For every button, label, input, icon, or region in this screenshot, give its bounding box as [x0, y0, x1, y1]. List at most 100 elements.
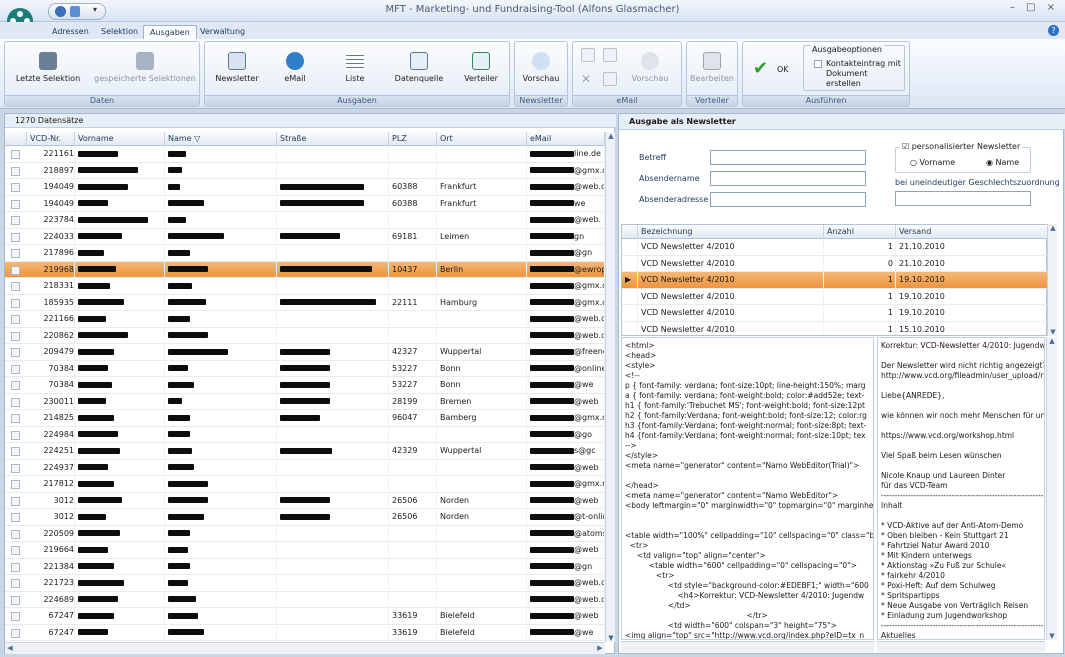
- text-preview-view[interactable]: Korrektur: VCD-Newsletter 4/2010: Jugend…: [877, 337, 1045, 640]
- table-row[interactable]: 224251 42329 Wuppertal s@gc: [5, 443, 605, 460]
- newsletter-row[interactable]: VCD Newsletter 4/2010 0 21.10.2010: [622, 255, 1048, 272]
- absenderadresse-input[interactable]: [710, 192, 866, 207]
- table-row[interactable]: 217812 @gmx.net: [5, 476, 605, 493]
- newsletter-button[interactable]: Newsletter: [211, 50, 263, 96]
- row-checkbox[interactable]: [11, 513, 20, 522]
- table-row[interactable]: 221166 @web.de: [5, 311, 605, 328]
- row-checkbox[interactable]: [11, 546, 20, 555]
- preview-horizontal-scrollbar[interactable]: [877, 641, 1045, 652]
- row-checkbox[interactable]: [11, 430, 20, 440]
- attach-icon[interactable]: [603, 48, 617, 62]
- datenquelle-button[interactable]: Datenquelle: [389, 50, 449, 96]
- col-plz[interactable]: PLZ: [389, 132, 437, 146]
- document-icon[interactable]: [603, 72, 617, 86]
- email-button[interactable]: eMail: [269, 50, 321, 96]
- newsletter-row[interactable]: VCD Newsletter 4/2010 1 15.10.2010: [622, 321, 1048, 335]
- row-checkbox[interactable]: [11, 364, 20, 374]
- delete-icon[interactable]: ✕: [581, 72, 591, 86]
- table-row[interactable]: 219968 10437 Berlin @ewropa.net: [5, 261, 605, 278]
- source-horizontal-scrollbar[interactable]: [621, 641, 874, 652]
- tab-ausgaben[interactable]: Ausgaben: [143, 25, 197, 39]
- window-icon[interactable]: [581, 48, 595, 62]
- row-checkbox[interactable]: [11, 562, 20, 572]
- table-row[interactable]: 214825 96047 Bamberg @gmx.de: [5, 410, 605, 427]
- table-row[interactable]: 218897 @gmx.de: [5, 162, 605, 179]
- col-ort[interactable]: Ort: [437, 132, 527, 146]
- row-checkbox[interactable]: [11, 529, 20, 539]
- table-row[interactable]: 185935 22111 Hamburg @gmx.de: [5, 294, 605, 311]
- absendername-input[interactable]: [710, 171, 866, 186]
- row-checkbox[interactable]: [11, 381, 20, 390]
- nl-scroll-up-icon[interactable]: ▲: [1048, 224, 1058, 232]
- table-row[interactable]: 223784 @web.: [5, 212, 605, 229]
- betreff-input[interactable]: [710, 150, 866, 165]
- scroll-left-icon[interactable]: ◀: [5, 644, 15, 652]
- scroll-up-icon[interactable]: ▲: [606, 132, 616, 140]
- table-row[interactable]: 218331 @gmx.de: [5, 278, 605, 295]
- row-checkbox[interactable]: [11, 232, 20, 242]
- row-checkbox[interactable]: [11, 579, 20, 588]
- radio-vorname[interactable]: ○ Vorname: [910, 158, 955, 167]
- table-row[interactable]: 221723 @web.de: [5, 575, 605, 592]
- table-row[interactable]: 221161 line.de: [5, 146, 605, 163]
- row-checkbox[interactable]: [11, 282, 20, 291]
- row-checkbox[interactable]: [11, 265, 20, 275]
- table-row[interactable]: 220509 @atomstro: [5, 525, 605, 542]
- html-source-view[interactable]: <html> <head> <style> <!-- p { font-fami…: [621, 337, 874, 640]
- preview-scroll-down-icon[interactable]: ▼: [1047, 632, 1057, 640]
- table-row[interactable]: 224937 @web: [5, 459, 605, 476]
- table-row[interactable]: 209479 42327 Wuppertal @freenet.de: [5, 344, 605, 361]
- table-row[interactable]: 230011 28199 Bremen @web: [5, 393, 605, 410]
- help-icon[interactable]: ?: [1048, 25, 1059, 36]
- tab-selektion[interactable]: Selektion: [95, 25, 144, 39]
- email-vorschau-button[interactable]: Vorschau: [625, 50, 675, 96]
- table-row[interactable]: 67247 33619 Bielefeld @web: [5, 608, 605, 625]
- personalisiert-toggle[interactable]: ☑ personalisierter Newsletter: [900, 142, 1023, 151]
- row-checkbox[interactable]: [11, 463, 20, 473]
- tab-verwaltung[interactable]: Verwaltung: [194, 25, 251, 39]
- table-row[interactable]: 224033 69181 Leimen gn: [5, 228, 605, 245]
- newsletter-row[interactable]: VCD Newsletter 4/2010 1 19.10.2010: [622, 288, 1048, 305]
- row-checkbox[interactable]: [11, 496, 20, 506]
- col-vcd-nr[interactable]: VCD-Nr.: [27, 132, 75, 146]
- table-row[interactable]: 3012 26506 Norden @t-onlir: [5, 509, 605, 526]
- nl-scroll-down-icon[interactable]: ▼: [1048, 328, 1058, 336]
- row-checkbox[interactable]: [11, 249, 20, 258]
- table-row[interactable]: 224984 @go: [5, 426, 605, 443]
- col-strasse[interactable]: Straße: [277, 132, 389, 146]
- table-row[interactable]: 70384 53227 Bonn @we: [5, 377, 605, 394]
- row-checkbox[interactable]: [11, 183, 20, 192]
- bearbeiten-button[interactable]: Bearbeiten: [689, 50, 735, 96]
- newsletter-vorschau-button[interactable]: Vorschau: [517, 50, 565, 96]
- table-row[interactable]: 220862 @web.de: [5, 327, 605, 344]
- newsletter-row[interactable]: VCD Newsletter 4/2010 1 21.10.2010: [622, 239, 1048, 256]
- nl-col-versand[interactable]: Versand: [896, 225, 1048, 239]
- newsletter-grid-scrollbar[interactable]: ▲ ▼: [1047, 224, 1057, 336]
- row-checkbox[interactable]: [11, 331, 20, 341]
- row-checkbox[interactable]: [11, 216, 20, 225]
- address-vertical-scrollbar[interactable]: ▲ ▼: [605, 132, 615, 642]
- window-controls[interactable]: – □ ×: [1010, 2, 1059, 13]
- row-checkbox[interactable]: [11, 480, 20, 489]
- table-row[interactable]: 67247 33619 Bielefeld @we: [5, 624, 605, 641]
- row-checkbox[interactable]: [11, 199, 20, 209]
- liste-button[interactable]: Liste: [329, 50, 381, 96]
- table-row[interactable]: 219664 @web: [5, 542, 605, 559]
- row-checkbox[interactable]: [11, 150, 20, 159]
- row-checkbox[interactable]: [11, 298, 20, 308]
- table-row[interactable]: 70384 53227 Bonn @online.: [5, 360, 605, 377]
- col-vorname[interactable]: Vorname: [75, 132, 165, 146]
- nl-col-bezeichnung[interactable]: Bezeichnung: [638, 225, 824, 239]
- scroll-right-icon[interactable]: ▶: [595, 644, 605, 652]
- preview-scroll-up-icon[interactable]: ▲: [1047, 337, 1057, 345]
- ok-button[interactable]: ✔ OK: [751, 56, 799, 84]
- row-checkbox[interactable]: [11, 166, 20, 176]
- newsletter-row[interactable]: VCD Newsletter 4/2010 1 19.10.2010: [622, 305, 1048, 322]
- row-checkbox[interactable]: [11, 414, 20, 423]
- table-row[interactable]: 194049 60388 Frankfurt we: [5, 195, 605, 212]
- row-checkbox[interactable]: [11, 447, 20, 456]
- col-email[interactable]: eMail: [527, 132, 605, 146]
- radio-name[interactable]: ◉ Name: [986, 158, 1019, 167]
- row-checkbox[interactable]: [11, 315, 20, 324]
- preview-scrollbar[interactable]: ▲ ▼: [1046, 337, 1057, 640]
